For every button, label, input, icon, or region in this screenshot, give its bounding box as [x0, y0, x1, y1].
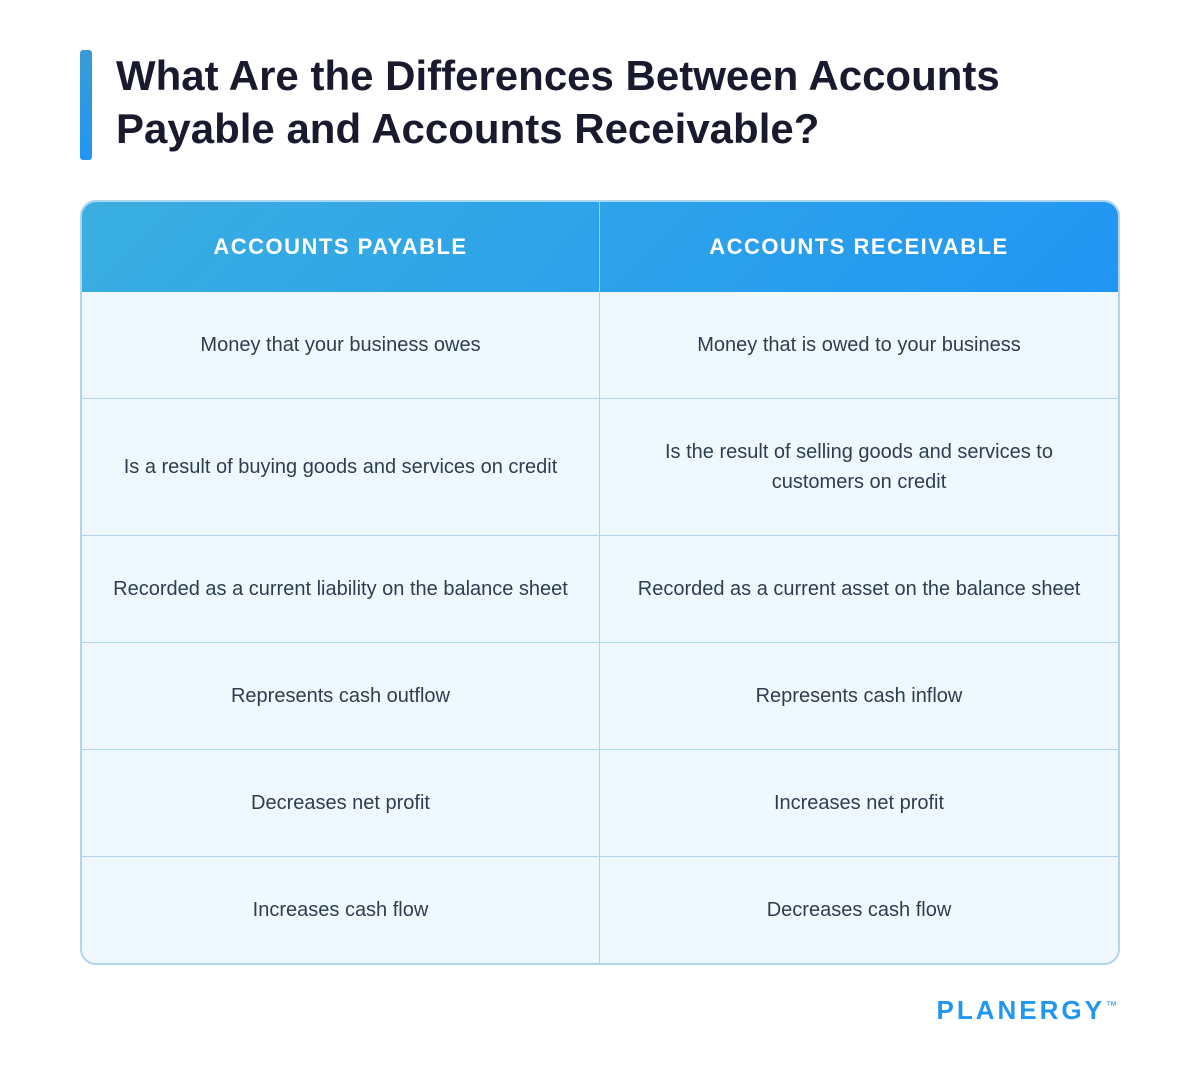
logo-name: PLANERGY	[937, 995, 1105, 1025]
page-title: What Are the Differences Between Account…	[116, 50, 1016, 155]
table-body: Money that your business owes Money that…	[82, 292, 1118, 963]
row5-col2: Increases net profit	[600, 750, 1118, 856]
row4-col2: Represents cash inflow	[600, 643, 1118, 749]
logo-text: PLANERGY™	[937, 995, 1120, 1026]
row2-col2: Is the result of selling goods and servi…	[600, 399, 1118, 535]
table-row: Represents cash outflow Represents cash …	[82, 642, 1118, 749]
header-accounts-receivable: ACCOUNTS RECEIVABLE	[600, 202, 1118, 292]
table-row: Is a result of buying goods and services…	[82, 398, 1118, 535]
table-header: ACCOUNTS PAYABLE ACCOUNTS RECEIVABLE	[82, 202, 1118, 292]
blue-accent-bar	[80, 50, 92, 160]
table-row: Money that your business owes Money that…	[82, 292, 1118, 398]
header-section: What Are the Differences Between Account…	[80, 50, 1120, 160]
row1-col1: Money that your business owes	[82, 292, 600, 398]
header-accounts-payable: ACCOUNTS PAYABLE	[82, 202, 600, 292]
table-row: Recorded as a current liability on the b…	[82, 535, 1118, 642]
table-row: Increases cash flow Decreases cash flow	[82, 856, 1118, 963]
row5-col1: Decreases net profit	[82, 750, 600, 856]
table-row: Decreases net profit Increases net profi…	[82, 749, 1118, 856]
row4-col1: Represents cash outflow	[82, 643, 600, 749]
row6-col1: Increases cash flow	[82, 857, 600, 963]
row1-col2: Money that is owed to your business	[600, 292, 1118, 398]
row3-col1: Recorded as a current liability on the b…	[82, 536, 600, 642]
comparison-table: ACCOUNTS PAYABLE ACCOUNTS RECEIVABLE Mon…	[80, 200, 1120, 965]
row3-col2: Recorded as a current asset on the balan…	[600, 536, 1118, 642]
logo-trademark: ™	[1106, 1000, 1120, 1012]
row2-col1: Is a result of buying goods and services…	[82, 399, 600, 535]
logo-section: PLANERGY™	[80, 995, 1120, 1026]
row6-col2: Decreases cash flow	[600, 857, 1118, 963]
